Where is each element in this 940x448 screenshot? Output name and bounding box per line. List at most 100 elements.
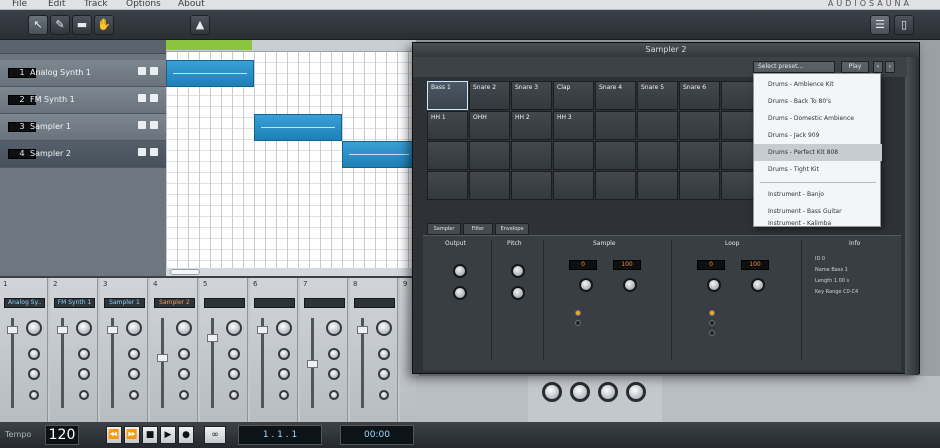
send-knob[interactable] (329, 390, 339, 400)
pad[interactable] (679, 171, 720, 200)
send-knob[interactable] (378, 348, 390, 360)
volume-fader-handle[interactable] (7, 326, 18, 334)
loop-mode-radio[interactable] (709, 330, 715, 336)
arrangement-grid[interactable] (166, 40, 416, 276)
loop-mode-radio[interactable] (709, 320, 715, 326)
radio-option[interactable] (575, 320, 581, 326)
prev-button[interactable]: ‹ (873, 61, 883, 73)
tab-filter[interactable]: Filter (463, 223, 493, 235)
send-knob[interactable] (328, 368, 340, 380)
send-knob[interactable] (128, 368, 140, 380)
pad[interactable] (679, 141, 720, 170)
volume-fader-track[interactable] (161, 318, 164, 408)
send-knob[interactable] (128, 348, 140, 360)
preset-option[interactable]: Instrument - Bass Guitar (754, 203, 882, 220)
preset-option[interactable]: Drums - Jack 909 (754, 127, 882, 144)
send-knob[interactable] (328, 348, 340, 360)
send-knob[interactable] (179, 390, 189, 400)
volume-fader-handle[interactable] (357, 326, 368, 334)
preset-option[interactable]: Instrument - Banjo (754, 186, 882, 203)
send-knob[interactable] (129, 390, 139, 400)
pad[interactable] (595, 171, 636, 200)
pad[interactable] (553, 171, 594, 200)
eraser-tool-button[interactable]: ▬ (72, 15, 92, 35)
pad[interactable]: HH 2 (511, 111, 552, 140)
pad[interactable]: Snare 3 (511, 81, 552, 110)
fx-knob[interactable] (542, 382, 562, 402)
send-knob[interactable] (378, 368, 390, 380)
track-row-4[interactable]: 4 Sampler 2 (0, 141, 166, 168)
pitch-knob[interactable] (511, 264, 525, 278)
volume-fader-handle[interactable] (107, 326, 118, 334)
pan-knob[interactable] (226, 320, 242, 336)
preset-option[interactable]: Drums - Domestic Ambience (754, 110, 882, 127)
menu-about[interactable]: About (178, 0, 205, 9)
loop-region[interactable] (166, 40, 252, 50)
pad[interactable] (637, 171, 678, 200)
pencil-tool-button[interactable]: ✎ (50, 15, 70, 35)
loop-button[interactable]: ∞ (204, 426, 226, 444)
loop-end-knob[interactable] (751, 278, 765, 292)
pad[interactable]: Snare 5 (637, 81, 678, 110)
track-row-2[interactable]: 2 FM Synth 1 (0, 87, 166, 114)
volume-fader-handle[interactable] (307, 360, 318, 368)
pad[interactable] (637, 111, 678, 140)
solo-icon[interactable] (150, 148, 158, 156)
send-knob[interactable] (28, 348, 40, 360)
stop-button[interactable]: ■ (142, 426, 158, 444)
loop-mode-radio[interactable] (709, 310, 715, 316)
preset-option[interactable]: Drums - Ambience Kit (754, 76, 882, 93)
volume-fader-handle[interactable] (257, 326, 268, 334)
play-button[interactable]: ▶ (160, 426, 176, 444)
snap-button[interactable]: ▲ (190, 15, 210, 35)
output-knob[interactable] (453, 286, 467, 300)
track-row-1[interactable]: 1 Analog Synth 1 (0, 60, 166, 87)
send-knob[interactable] (79, 390, 89, 400)
menu-edit[interactable]: Edit (48, 0, 65, 9)
solo-icon[interactable] (150, 121, 158, 129)
preset-dropdown[interactable]: Select preset... (753, 61, 835, 73)
loop-start-field[interactable]: 0 (697, 260, 725, 270)
radio-option[interactable] (575, 310, 581, 316)
sample-end-field[interactable]: 100 (613, 260, 641, 270)
tab-envelope[interactable]: Envelope (495, 223, 529, 235)
horizontal-scrollbar[interactable] (166, 268, 416, 276)
send-knob[interactable] (178, 348, 190, 360)
arrow-tool-button[interactable]: ↖ (28, 15, 48, 35)
sample-end-knob[interactable] (623, 278, 637, 292)
pad[interactable]: Clap (553, 81, 594, 110)
send-knob[interactable] (178, 368, 190, 380)
fast-forward-button[interactable]: ⏩ (124, 426, 140, 444)
pad[interactable]: Snare 2 (469, 81, 510, 110)
pad[interactable]: Snare 6 (679, 81, 720, 110)
pad[interactable] (511, 141, 552, 170)
mute-icon[interactable] (138, 148, 146, 156)
pad[interactable]: HH 1 (427, 111, 468, 140)
pan-knob[interactable] (376, 320, 392, 336)
send-knob[interactable] (78, 368, 90, 380)
menu-options[interactable]: Options (126, 0, 161, 9)
clip-analog-synth[interactable] (166, 60, 254, 87)
pad[interactable] (595, 141, 636, 170)
pad[interactable] (427, 171, 468, 200)
send-knob[interactable] (228, 368, 240, 380)
pad[interactable] (595, 111, 636, 140)
solo-icon[interactable] (150, 67, 158, 75)
fx-knob[interactable] (626, 382, 646, 402)
clip-sampler-1[interactable] (254, 114, 342, 141)
sample-start-field[interactable]: 0 (569, 260, 597, 270)
pad[interactable]: Bass 1 (427, 81, 468, 110)
next-button[interactable]: › (885, 61, 895, 73)
mute-icon[interactable] (138, 94, 146, 102)
pan-knob[interactable] (276, 320, 292, 336)
volume-fader-handle[interactable] (57, 326, 68, 334)
send-knob[interactable] (279, 390, 289, 400)
pad[interactable]: OHH (469, 111, 510, 140)
record-button[interactable]: ● (178, 426, 194, 444)
mute-icon[interactable] (138, 121, 146, 129)
list-view-button[interactable]: ☰ (870, 15, 890, 35)
pad[interactable]: Snare 4 (595, 81, 636, 110)
clip-sampler-2[interactable] (342, 141, 416, 168)
fx-knob[interactable] (598, 382, 618, 402)
mixer-view-button[interactable]: ▯ (894, 15, 914, 35)
